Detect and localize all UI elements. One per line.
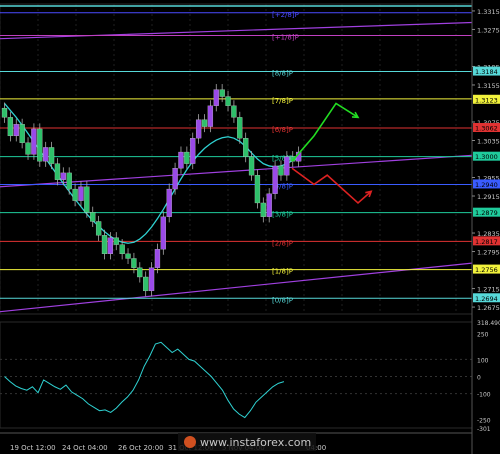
price-tick-label: 1.3035: [477, 137, 500, 145]
candle-body: [125, 253, 131, 259]
price-badge-text: 1.2940: [475, 181, 498, 189]
price-badge-text: 1.2817: [475, 238, 498, 246]
candle-body: [31, 128, 37, 155]
oscillator-tick-label: -301: [477, 426, 491, 433]
oscillator-tick-label: 100: [477, 357, 489, 364]
candle-body: [13, 124, 19, 137]
candle-body: [243, 138, 249, 157]
price-badge-text: 1.3062: [475, 125, 498, 133]
candle-body: [113, 237, 119, 245]
candle-body: [201, 119, 208, 127]
price-badge-text: 1.3184: [475, 68, 498, 76]
oscillator-tick-label: -250: [477, 417, 491, 424]
murrey-level-label: [+1/8]P: [272, 33, 299, 41]
watermark: www.instaforex.com: [178, 433, 316, 451]
candle-body: [66, 172, 72, 190]
candle-body: [19, 124, 25, 143]
candle-body: [154, 249, 161, 268]
murrey-level-label: [7/8]P: [272, 97, 293, 105]
oscillator-tick-label: 250: [477, 332, 489, 339]
candle-body: [195, 119, 202, 139]
price-tick-label: 1.3275: [477, 26, 500, 34]
candle-body: [225, 96, 231, 106]
murrey-level-label: [2/8]P: [272, 239, 293, 247]
candle-body: [213, 89, 219, 106]
candle-body: [48, 147, 55, 164]
candle-body: [231, 105, 237, 118]
candle-body: [43, 147, 49, 162]
candle-body: [254, 175, 261, 204]
candle-body: [101, 235, 108, 255]
candle-body: [184, 151, 190, 164]
murrey-level-label: [0/8]P: [272, 296, 293, 304]
price-badge-text: 1.2879: [475, 209, 498, 217]
candle-body: [107, 237, 114, 255]
price-badge-text: 1.3123: [475, 96, 498, 104]
candle-body: [119, 244, 125, 255]
candle-body: [95, 221, 102, 236]
time-tick-label: 26 Oct 20:00: [118, 444, 164, 452]
time-tick-label: 24 Oct 04:00: [62, 444, 108, 452]
watermark-logo-icon: [184, 436, 196, 448]
murrey-level-label: [6/8]P: [272, 126, 293, 134]
candle-body: [37, 128, 43, 162]
candle-body: [278, 165, 284, 176]
price-badge-text: 1.3000: [475, 153, 498, 161]
price-tick-label: 1.3155: [477, 82, 500, 90]
candle-body: [137, 267, 143, 278]
price-badge-text: 1.2756: [475, 266, 498, 274]
candle-body: [72, 188, 78, 201]
watermark-text: www.instaforex.com: [200, 436, 311, 449]
price-chart: [+2/8]P[+1/8]P[8/8]P[7/8]P[6/8]P[5/8]P[4…: [0, 0, 500, 454]
candle-body: [25, 142, 31, 155]
candle-body: [1, 107, 8, 118]
candle-body: [131, 258, 137, 268]
candle-body: [148, 267, 155, 292]
candle-body: [84, 186, 90, 213]
murrey-level-label: [1/8]P: [272, 268, 293, 276]
murrey-level-label: [+2/8]P: [272, 11, 299, 19]
price-badge-text: 1.2694: [475, 295, 498, 303]
oscillator-tick-label: -100: [477, 392, 491, 399]
candle-body: [219, 89, 225, 97]
candle-body: [78, 186, 84, 201]
time-tick-label: 19 Oct 12:00: [10, 444, 56, 452]
candle-body: [207, 105, 214, 127]
candle-body: [284, 156, 290, 176]
chart-background: [0, 0, 500, 454]
candle-body: [90, 212, 96, 222]
candle-body: [178, 151, 184, 169]
candle-body: [54, 163, 61, 180]
murrey-level-label: [3/8]P: [272, 211, 293, 219]
candle-body: [172, 168, 178, 190]
price-tick-label: 1.2915: [477, 193, 500, 201]
candle-body: [237, 117, 243, 139]
candle-body: [7, 117, 14, 137]
candle-body: [248, 156, 255, 176]
candle-body: [60, 172, 66, 180]
oscillator-tick-label: 0: [477, 374, 481, 381]
candle-body: [272, 165, 278, 194]
candle-body: [266, 193, 272, 217]
murrey-level-label: [8/8]P: [272, 70, 293, 78]
price-tick-label: 1.2795: [477, 249, 500, 257]
candle-body: [160, 216, 166, 250]
candle-body: [260, 202, 266, 217]
oscillator-tick-label: 318.4904: [477, 320, 500, 327]
price-tick-label: 1.2675: [477, 304, 500, 312]
candle-body: [166, 188, 172, 217]
price-tick-label: 1.2715: [477, 286, 500, 294]
price-tick-label: 1.3315: [477, 8, 500, 16]
candle-body: [143, 276, 149, 292]
candle-body: [190, 138, 196, 164]
